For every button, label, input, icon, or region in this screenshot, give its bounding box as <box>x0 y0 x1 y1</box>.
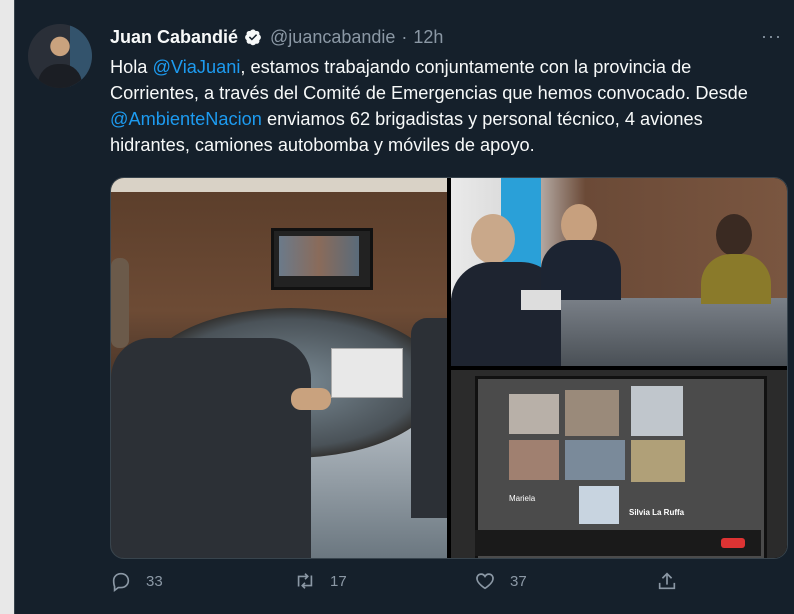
tweet-time[interactable]: 12h <box>413 27 443 48</box>
like-count: 37 <box>510 572 527 590</box>
author-name[interactable]: Juan Cabandié <box>110 27 238 48</box>
retweet-icon <box>297 573 313 589</box>
like-button[interactable]: 37 <box>474 570 527 592</box>
mention-ambientenacion[interactable]: @AmbienteNacion <box>110 109 262 129</box>
like-icon <box>476 573 494 590</box>
reply-button[interactable]: 33 <box>110 570 163 592</box>
media-grid: Mariela Silvia La Ruffa <box>110 177 788 559</box>
tweet-text: Hola @ViaJuani, estamos trabajando conju… <box>110 54 782 158</box>
more-icon[interactable]: ··· <box>761 26 782 47</box>
share-button[interactable] <box>656 570 692 592</box>
verified-badge-icon <box>245 29 261 46</box>
avatar[interactable] <box>28 24 92 88</box>
tweet-header: Juan Cabandié @juancabandie · 12h <box>110 24 443 50</box>
text-part-1: Hola <box>110 57 153 77</box>
author-handle[interactable]: @juancabandie <box>270 27 395 48</box>
tweet-actions: 33 17 37 <box>110 570 790 606</box>
nametag-2: Silvia La Ruffa <box>629 508 685 517</box>
photo-video-call[interactable]: Mariela Silvia La Ruffa <box>451 370 787 558</box>
left-edge <box>0 0 14 614</box>
photo-officials-table[interactable] <box>451 178 787 366</box>
separator-dot: · <box>401 26 408 47</box>
reply-icon <box>112 572 130 592</box>
nametag-1: Mariela <box>509 494 536 503</box>
reply-count: 33 <box>146 572 163 590</box>
photo-meeting-room[interactable] <box>111 178 447 558</box>
retweet-button[interactable]: 17 <box>294 570 347 592</box>
share-icon <box>658 572 676 590</box>
retweet-count: 17 <box>330 572 347 590</box>
mention-viajuani[interactable]: @ViaJuani <box>152 57 240 77</box>
